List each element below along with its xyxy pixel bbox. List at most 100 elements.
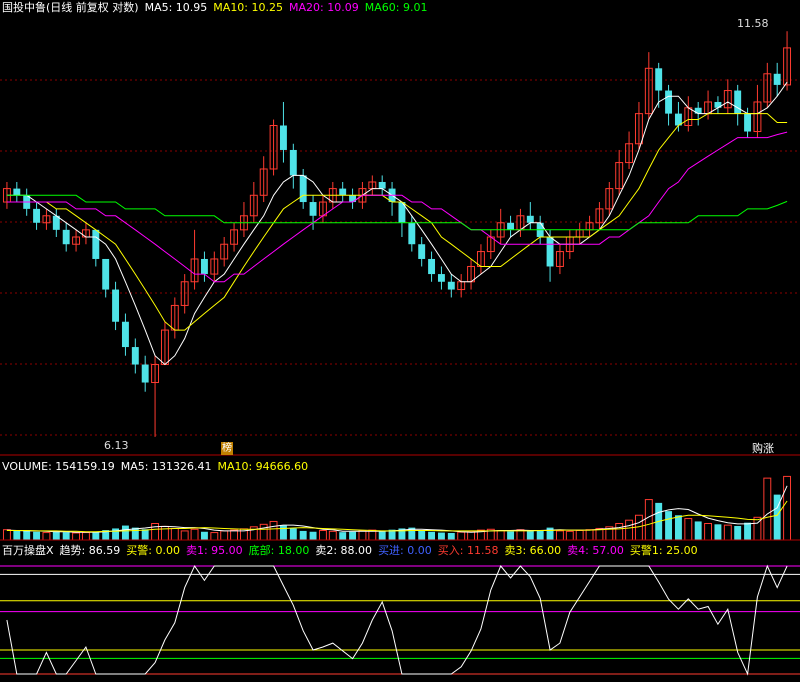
volume-bar-up	[457, 531, 466, 541]
volume-bar-up	[190, 528, 199, 541]
volume-bar-up	[555, 530, 564, 541]
volume-bar-up	[634, 514, 643, 541]
indicator-label-10: 买警1: 25.00	[629, 544, 698, 557]
candle-down	[121, 321, 129, 348]
volume-bar-down	[92, 531, 100, 540]
stock-chart	[0, 31, 800, 676]
indicator-label-1: 趋势: 86.59	[59, 544, 121, 557]
candle-down	[200, 258, 208, 275]
volume-bar-up	[723, 524, 732, 541]
volume-bar-up	[496, 530, 505, 541]
price-title: 国投中鲁(日线 前复权 对数)	[2, 1, 139, 14]
volume-bar-down	[121, 525, 129, 540]
volume-bar-down	[33, 531, 41, 540]
candle-down	[655, 68, 663, 91]
candle-down	[102, 258, 110, 290]
volume-bar-down	[141, 529, 149, 540]
candle-down	[447, 281, 455, 290]
badge-left[interactable]: 榜	[221, 442, 233, 455]
indicator-lines	[0, 564, 800, 676]
volume-bar-down	[289, 528, 297, 540]
candle-down	[546, 236, 554, 267]
candle-down	[773, 73, 781, 85]
candle-down	[418, 244, 426, 259]
volume-bar-up	[318, 530, 327, 541]
volume-bar-up	[565, 530, 574, 541]
indicator-label-0: 百万操盘X	[2, 544, 54, 557]
volume-bar-down	[378, 531, 386, 540]
volume-bar-up	[230, 529, 239, 541]
volume-value-label: VOLUME: 154159.19	[2, 460, 115, 473]
volume-bar-down	[674, 515, 682, 540]
candle-down	[744, 113, 752, 132]
candle-down	[13, 188, 21, 196]
volume-ma5-label: MA5: 131326.41	[120, 460, 212, 473]
volume-bar-down	[714, 524, 722, 540]
volume-bar-down	[744, 522, 752, 540]
volume-bar-up	[170, 527, 179, 541]
candle-down	[62, 229, 70, 245]
candle-down	[279, 125, 287, 150]
volume-bar-up	[42, 532, 51, 541]
volume-bar-down	[418, 530, 426, 540]
volume-bar-up	[81, 532, 90, 541]
candle-down	[112, 289, 120, 322]
indicator-label-2: 买警: 0.00	[126, 544, 180, 557]
volume-bar-down	[428, 531, 436, 540]
volume-bar-down	[526, 530, 534, 540]
volume-bar-up	[328, 530, 337, 541]
volume-bar-up	[151, 523, 160, 541]
volume-bar-up	[180, 530, 189, 541]
volume-bar-up	[358, 530, 367, 541]
indicator-legend: 百万操盘X 趋势: 86.59 买警: 0.00 卖1: 95.00 底部: 18.00…	[2, 544, 704, 557]
candle-down	[665, 90, 673, 114]
volume-bar-down	[299, 530, 307, 540]
price-ma60-label: MA60: 9.01	[364, 1, 428, 14]
indicator-label-4: 底部: 18.00	[248, 544, 310, 557]
volume-bar-up	[585, 529, 594, 541]
candle-down	[526, 215, 534, 223]
volume-bar-up	[220, 530, 229, 541]
volume-bar-up	[704, 523, 713, 541]
volume-bar-down	[62, 532, 70, 540]
candle-down	[349, 195, 357, 203]
volume-bar-down	[536, 530, 544, 540]
volume-bar-down	[447, 532, 455, 540]
volume-bar-up	[72, 532, 81, 541]
volume-bar-down	[339, 532, 347, 540]
volume-bar-up	[575, 530, 584, 541]
indicator-label-6: 买进: 0.00	[378, 544, 432, 557]
candle-down	[309, 202, 317, 216]
candle-down	[428, 258, 436, 275]
price-candles[interactable]	[2, 31, 792, 437]
candle-down	[92, 229, 100, 259]
volume-bar-up	[2, 529, 11, 541]
indicator-label-8: 卖3: 66.00	[504, 544, 562, 557]
badge-right[interactable]: 购涨	[752, 442, 774, 455]
volume-bar-down	[52, 531, 60, 540]
price-ma60-line	[6, 194, 788, 231]
price-grid	[0, 79, 800, 436]
volume-bar-up	[615, 523, 624, 541]
volume-bar-down	[507, 531, 515, 540]
price-ma5-label: MA5: 10.95	[144, 1, 208, 14]
volume-legend: VOLUME: 154159.19 MA5: 131326.41 MA10: 946…	[2, 460, 314, 473]
volume-bar-down	[349, 531, 357, 540]
candle-down	[339, 188, 347, 196]
candle-down	[408, 222, 416, 245]
candle-down	[289, 149, 297, 176]
candle-down	[33, 208, 41, 223]
price-ma20-label: MA20: 10.09	[289, 1, 359, 14]
candle-down	[378, 181, 386, 189]
volume-bar-up	[259, 523, 268, 541]
candle-down	[437, 274, 445, 282]
high-price-marker: 11.58	[737, 17, 769, 30]
candle-down	[507, 222, 515, 230]
volume-bar-down	[279, 525, 287, 540]
price-ma20-line	[6, 131, 788, 283]
volume-bar-down	[23, 530, 31, 540]
indicator-trend-line	[6, 564, 788, 676]
volume-bar-down	[437, 532, 445, 540]
volume-bar-up	[625, 519, 634, 541]
volume-bar-up	[269, 520, 278, 541]
